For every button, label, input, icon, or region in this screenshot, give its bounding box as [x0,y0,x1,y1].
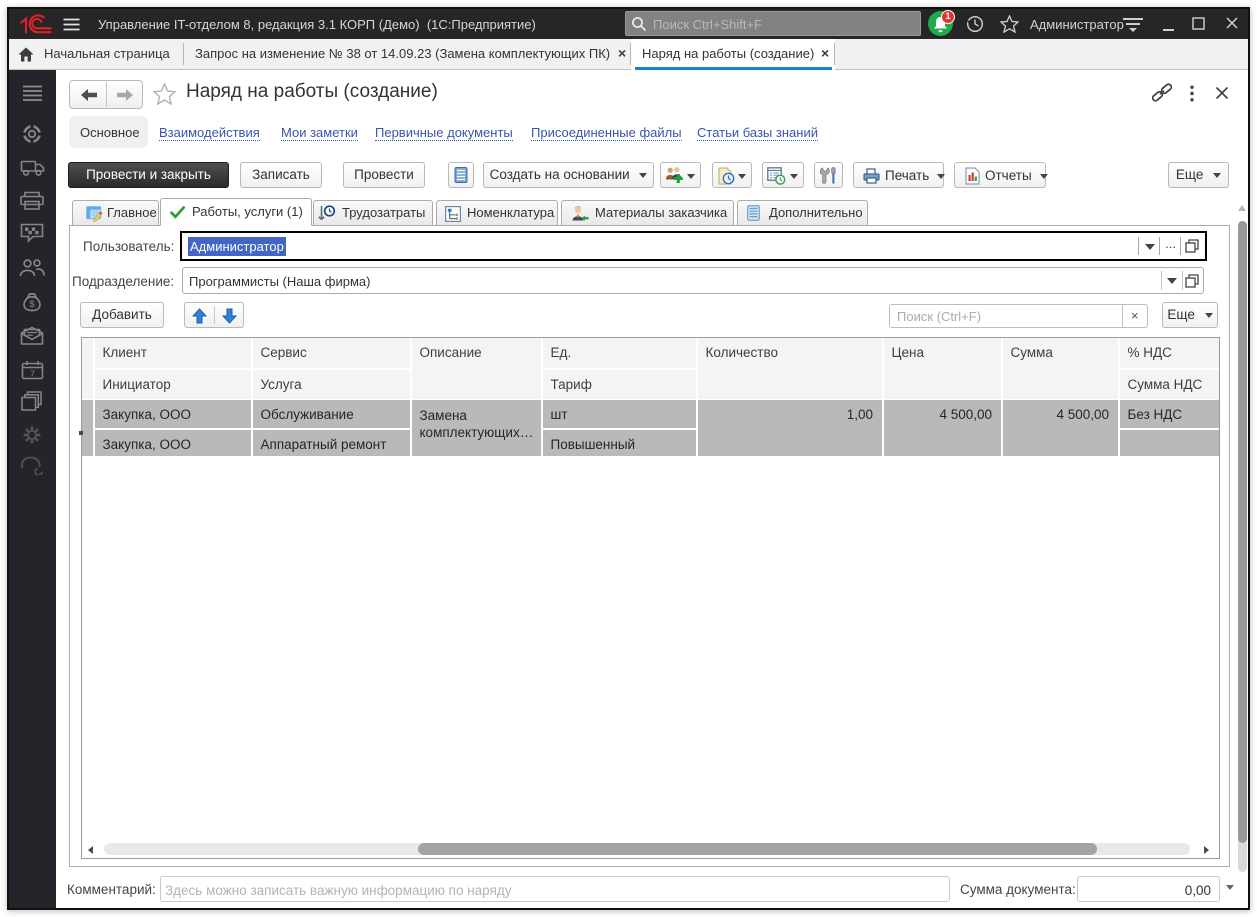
svg-text:$: $ [29,299,35,310]
svg-text:7: 7 [30,369,35,379]
